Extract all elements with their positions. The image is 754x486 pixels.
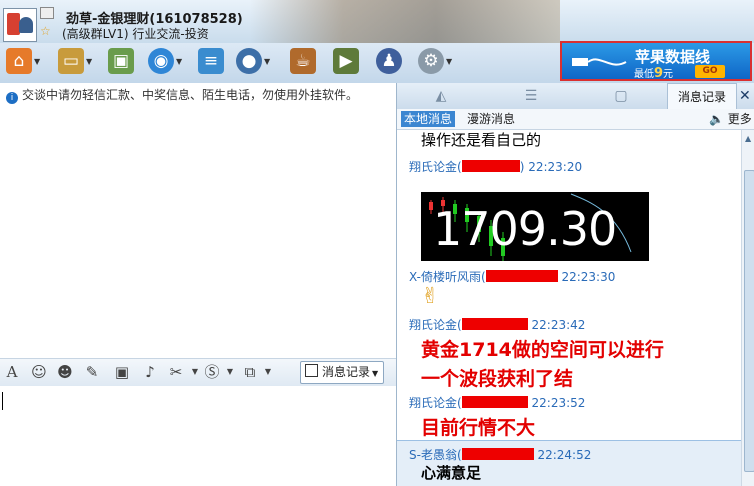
message-header: 翔氏论金( 22:23:52 bbox=[409, 396, 586, 410]
speaker-icon: 🔈 bbox=[709, 112, 724, 126]
quote-price: 1709.30 bbox=[433, 202, 617, 256]
webcam-icon: ● bbox=[236, 48, 262, 74]
victory-hand-icon: ✌ bbox=[421, 284, 440, 309]
ad-go-button[interactable]: GO bbox=[695, 65, 725, 78]
tab-members-icon[interactable]: ◭ bbox=[411, 83, 471, 109]
magic-emoji-icon[interactable]: ☻ bbox=[55, 363, 75, 381]
redaction-bar bbox=[461, 160, 520, 172]
message-time: 22:23:20 bbox=[528, 160, 583, 174]
redaction-bar bbox=[485, 270, 558, 282]
message-text: 操作还是看自己的 bbox=[421, 131, 542, 149]
redaction-bar bbox=[461, 448, 534, 460]
title-decoration bbox=[250, 0, 560, 43]
redaction-bar bbox=[461, 318, 528, 330]
edit-note-icon[interactable]: ✎ bbox=[82, 363, 102, 381]
chevron-down-icon: ▼ bbox=[264, 56, 271, 66]
apps-button[interactable]: ⌂ ▼ bbox=[6, 46, 42, 76]
tv-button[interactable]: ▶ bbox=[333, 46, 359, 76]
message-time: 22:24:52 bbox=[537, 448, 592, 462]
notice-text: 交谈中请勿轻信汇款、中奖信息、陌生电话，勿使用外挂软件。 bbox=[22, 88, 359, 102]
message-header: S-老愚翁( 22:24:52 bbox=[409, 448, 592, 462]
message-header: X-倚楼听风雨( 22:23:30 bbox=[409, 270, 616, 284]
coffee-button[interactable]: ☕ bbox=[290, 46, 316, 76]
admin-button[interactable]: ♟ bbox=[376, 46, 402, 76]
shake-icon[interactable]: ⧉ bbox=[240, 363, 260, 381]
ad-banner[interactable]: 苹果数据线 最低9元 GO bbox=[560, 41, 752, 81]
chevron-down-icon[interactable]: ▼ bbox=[258, 363, 278, 381]
price-quote-image: 1709.30 bbox=[421, 192, 649, 261]
payment-icon[interactable]: Ⓢ bbox=[202, 363, 222, 381]
album-button[interactable]: ▣ bbox=[108, 46, 134, 76]
chat-pane: i 交谈中请勿轻信汇款、中奖信息、陌生电话，勿使用外挂软件。 A ☺ ☻ ✎ ▣ … bbox=[0, 83, 396, 486]
group-subtitle: (高级群LV1) 行业交流-投资 bbox=[62, 27, 209, 41]
title-bar: 劲草-金银理财(161078528) ☆ (高级群LV1) 行业交流-投资 bbox=[0, 0, 754, 43]
info-icon: i bbox=[6, 92, 18, 104]
emoji-icon[interactable]: ☺ bbox=[29, 363, 49, 381]
house-icon: ⌂ bbox=[6, 48, 32, 74]
chevron-down-icon: ▼ bbox=[446, 56, 453, 66]
image-icon[interactable]: ▣ bbox=[112, 363, 132, 381]
group-avatar[interactable] bbox=[3, 8, 37, 42]
tab-roaming-messages[interactable]: 漫游消息 bbox=[467, 111, 515, 127]
settings-button[interactable]: ⚙ ▼ bbox=[418, 46, 454, 76]
announcement-button[interactable]: ≡ bbox=[198, 46, 224, 76]
history-subtabs: 本地消息 漫游消息 🔈 更多 bbox=[397, 109, 754, 130]
clock-icon bbox=[305, 364, 318, 377]
close-icon[interactable]: ✕ bbox=[739, 83, 753, 109]
side-panel: ◭ ☰ ▢ 消息记录 ✕ 本地消息 漫游消息 🔈 更多 操作还是看自己的 翔氏论… bbox=[396, 83, 754, 486]
message-header: 翔氏论金() 22:23:20 bbox=[409, 160, 583, 174]
tab-files-icon[interactable]: ▢ bbox=[591, 83, 651, 109]
message-text: 目前行情不大 bbox=[421, 417, 536, 439]
ad-price: 最低9元 bbox=[634, 66, 674, 81]
message-text: 一个波段获利了结 bbox=[421, 368, 574, 390]
music-icon[interactable]: ♪ bbox=[140, 363, 160, 381]
redaction-bar bbox=[461, 396, 528, 408]
tab-message-history[interactable]: 消息记录 bbox=[667, 83, 737, 110]
chevron-down-icon: ▼ bbox=[86, 56, 93, 66]
usb-cable-icon bbox=[572, 58, 627, 66]
history-label: 消息记录 bbox=[322, 365, 371, 379]
chevron-down-icon: ▼ bbox=[176, 56, 183, 66]
edit-toolbar: A ☺ ☻ ✎ ▣ ♪ ✂ ▼ Ⓢ ▼ ⧉ ▼ 消息记录 ▼ bbox=[0, 358, 396, 387]
message-time: 22:23:52 bbox=[531, 396, 586, 410]
history-scrollbar[interactable]: ▲ bbox=[741, 130, 754, 486]
star-icon: ☆ bbox=[40, 24, 51, 38]
text-caret bbox=[2, 392, 3, 410]
message-history-list[interactable]: 操作还是看自己的 翔氏论金() 22:23:20 1709.30 X-倚楼听风雨… bbox=[397, 130, 741, 486]
chevron-down-icon: ▼ bbox=[372, 369, 379, 378]
message-input[interactable] bbox=[0, 386, 396, 486]
picture-icon: ▣ bbox=[108, 48, 134, 74]
chat-add-icon: ≡ bbox=[198, 48, 224, 74]
more-button[interactable]: 🔈 更多 bbox=[709, 110, 752, 128]
microphone-icon: ◉ bbox=[148, 48, 174, 74]
file-transfer-button[interactable]: ▭ ▼ bbox=[58, 46, 94, 76]
scroll-thumb[interactable] bbox=[744, 170, 754, 472]
history-button[interactable]: 消息记录 ▼ bbox=[300, 361, 384, 384]
message-time: 22:23:42 bbox=[531, 318, 586, 332]
tv-icon: ▶ bbox=[333, 48, 359, 74]
video-button[interactable]: ● ▼ bbox=[236, 46, 272, 76]
font-icon[interactable]: A bbox=[2, 363, 22, 381]
voice-button[interactable]: ◉ ▼ bbox=[148, 46, 184, 76]
ad-headline: 苹果数据线 bbox=[635, 48, 711, 66]
security-notice: i 交谈中请勿轻信汇款、中奖信息、陌生电话，勿使用外挂软件。 bbox=[0, 83, 396, 107]
folder-icon: ▭ bbox=[58, 48, 84, 74]
signal-icon bbox=[40, 7, 54, 19]
tab-local-messages[interactable]: 本地消息 bbox=[401, 111, 456, 127]
officer-icon: ♟ bbox=[376, 48, 402, 74]
chevron-down-icon[interactable]: ▼ bbox=[220, 363, 240, 381]
message-time: 22:23:30 bbox=[561, 270, 616, 284]
message-text: 心满意足 bbox=[421, 464, 482, 482]
screenshot-scissors-icon[interactable]: ✂ bbox=[166, 363, 186, 381]
side-tabs: ◭ ☰ ▢ 消息记录 ✕ bbox=[397, 83, 754, 110]
chevron-down-icon: ▼ bbox=[34, 56, 41, 66]
message-text: 黄金1714做的空间可以进行 bbox=[421, 339, 664, 361]
message-header: 翔氏论金( 22:23:42 bbox=[409, 318, 586, 332]
tab-list-icon[interactable]: ☰ bbox=[501, 83, 561, 109]
scroll-up-icon[interactable]: ▲ bbox=[745, 134, 751, 143]
gear-icon: ⚙ bbox=[418, 48, 444, 74]
coffee-cup-icon: ☕ bbox=[290, 48, 316, 74]
